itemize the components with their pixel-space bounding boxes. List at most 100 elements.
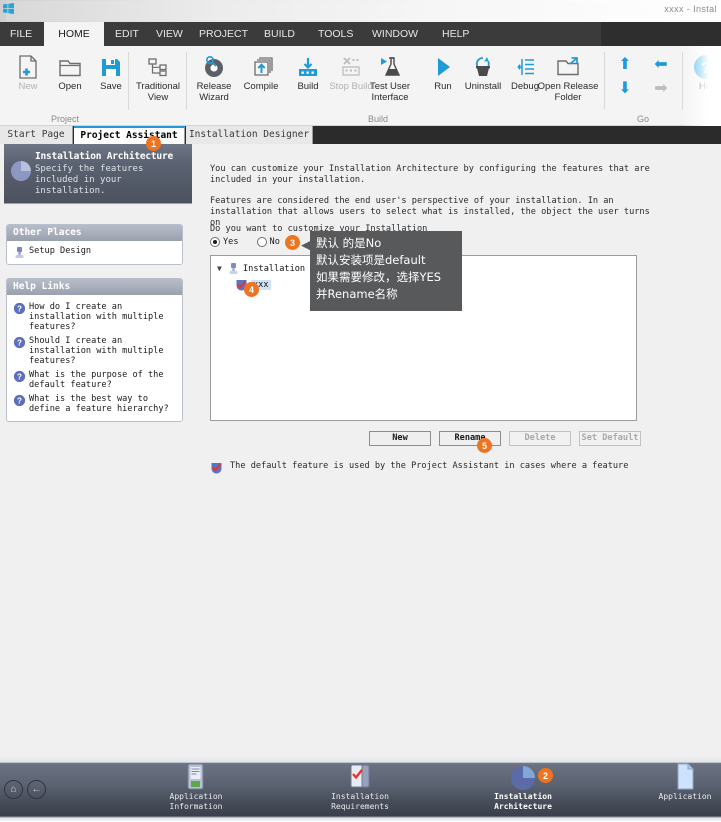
- tree-node-installation-architecture-label: Installation A: [243, 263, 316, 274]
- open-release-folder-icon: [536, 50, 600, 80]
- ribbon-group-traditional-view: Traditional View: [130, 46, 185, 126]
- menu-bar: FILE HOME EDIT VIEW PROJECT BUILD TOOLS …: [0, 22, 721, 46]
- arrow-up-icon[interactable]: ⬆: [616, 56, 634, 74]
- nav-application-information[interactable]: Application Information: [131, 762, 261, 811]
- menu-item-file[interactable]: FILE: [2, 22, 40, 46]
- help-link-2[interactable]: ? Should I create an installation with m…: [13, 336, 178, 366]
- tree-node-installation-architecture[interactable]: ▼ Installation A: [217, 262, 315, 275]
- ribbon-button-compile[interactable]: Compile: [235, 50, 287, 110]
- nav-application-information-label-2: Information: [169, 801, 223, 811]
- sidebar-item-setup-design-label: Setup Design: [29, 246, 92, 256]
- annotation-badge-4: 4: [244, 282, 259, 297]
- help-link-4[interactable]: ? What is the best way to define a featu…: [13, 394, 178, 414]
- ribbon-group-go: ⬆ ⬅ ⬇ ➡ Go: [606, 46, 680, 126]
- ribbon-button-test-user-interface[interactable]: Test User Interface: [361, 50, 419, 110]
- nav-installation-architecture[interactable]: Installation Architecture: [458, 762, 588, 811]
- annotation-caret-icon: ◀: [301, 237, 311, 252]
- nav-application-files[interactable]: Application: [620, 762, 721, 802]
- ribbon: FILE HOME EDIT VIEW PROJECT BUILD TOOLS …: [0, 22, 721, 126]
- annotation-badge-5: 5: [477, 438, 492, 453]
- help-link-1[interactable]: ? How do I create an installation with m…: [13, 302, 178, 332]
- menu-item-tools[interactable]: TOOLS: [310, 22, 361, 46]
- ribbon-group-project: New Open Save Project: [0, 46, 130, 126]
- radio-no-label: No: [269, 237, 280, 247]
- nav-installation-architecture-label-2: Architecture: [494, 801, 552, 811]
- ribbon-button-traditional-view[interactable]: Traditional View: [131, 50, 185, 110]
- tab-project-assistant[interactable]: Project Assistant: [74, 126, 185, 144]
- ribbon-button-release-wizard-label: Release Wizard: [196, 81, 232, 103]
- ribbon-separator-1: [128, 52, 129, 110]
- release-wizard-icon: [188, 50, 240, 80]
- help-link-3-label: What is the purpose of the default featu…: [29, 370, 164, 390]
- ribbon-group-build: Release Wizard Compile Build Stop Build …: [188, 46, 600, 126]
- ribbon-group-build-label: Build: [367, 114, 388, 124]
- ribbon-button-open-release-folder[interactable]: Open Release Folder: [536, 50, 600, 110]
- help-link-3[interactable]: ? What is the purpose of the default fea…: [13, 370, 178, 390]
- help-question-icon: ?: [13, 302, 26, 315]
- nav-installation-architecture-label-1: Installation: [494, 792, 552, 801]
- ribbon-group-project-label: Project: [50, 114, 79, 124]
- test-flask-icon: [361, 50, 419, 80]
- menu-item-edit[interactable]: EDIT: [107, 22, 147, 46]
- menu-item-view[interactable]: VIEW: [148, 22, 191, 46]
- document-tab-bar: Start Page Project Assistant Installatio…: [0, 126, 721, 144]
- help-links-panel: Help Links ? How do I create an installa…: [6, 278, 183, 422]
- help-link-1-label: How do I create an installation with mul…: [29, 302, 164, 332]
- help-question-icon: ?: [13, 370, 26, 383]
- back-arrow-icon[interactable]: ←: [27, 780, 46, 799]
- arrow-forward-icon: ➡: [654, 80, 668, 97]
- setup-design-icon: [13, 246, 26, 259]
- svg-text:?: ?: [17, 339, 22, 348]
- annotation-box: 默认 的是No 默认安装项是default 如果需要修改，选择YES 并Rena…: [310, 231, 462, 311]
- installation-architecture-icon: [227, 262, 240, 275]
- svg-text:?: ?: [17, 305, 22, 314]
- nav-installation-requirements-label-1: Installation: [331, 792, 389, 801]
- radio-yes-label: Yes: [223, 237, 239, 247]
- sidebar-item-setup-design[interactable]: Setup Design: [13, 246, 178, 259]
- menu-item-home[interactable]: HOME: [44, 22, 104, 46]
- menu-item-help[interactable]: HELP: [434, 22, 477, 46]
- nav-installation-requirements[interactable]: Installation Requirements: [295, 762, 425, 811]
- feature-button-row: New Rename Delete Set Default: [196, 431, 641, 446]
- installation-requirements-icon: [295, 762, 425, 792]
- annotation-line-4: 并Rename名称: [316, 287, 398, 301]
- sidebar-header-title: Installation Architecture: [35, 151, 173, 162]
- new-button[interactable]: New: [369, 431, 431, 446]
- help-link-2-label: Should I create an installation with mul…: [29, 336, 164, 366]
- help-links-title: Help Links: [7, 279, 182, 295]
- set-default-button: Set Default: [579, 431, 641, 446]
- sidebar-header-subtitle: Specify the features included in your in…: [35, 164, 144, 196]
- sidebar-header-panel: Installation Architecture Specify the fe…: [4, 144, 192, 204]
- radio-no-dot: [256, 237, 267, 247]
- customize-radio-group: Yes No: [210, 237, 280, 247]
- menu-item-project[interactable]: PROJECT: [191, 22, 256, 46]
- home-icon[interactable]: ⌂: [4, 780, 23, 799]
- tab-installation-designer[interactable]: Installation Designer: [186, 126, 313, 144]
- compile-icon: [235, 50, 287, 80]
- help-question-icon: ?: [13, 336, 26, 349]
- ribbon-button-test-user-interface-label: Test User Interface: [369, 81, 411, 103]
- arrow-down-icon[interactable]: ⬇: [616, 80, 634, 98]
- menu-bar-right-filler: [601, 22, 721, 46]
- chevron-down-icon[interactable]: ▼: [217, 264, 227, 273]
- help-question-icon: ?: [13, 394, 26, 407]
- svg-text:?: ?: [17, 373, 22, 382]
- radio-yes[interactable]: Yes: [210, 237, 239, 247]
- arrow-back-icon[interactable]: ⬅: [652, 56, 670, 74]
- menu-item-window[interactable]: WINDOW: [364, 22, 426, 46]
- application-information-icon: [131, 762, 261, 792]
- nav-installation-requirements-label-2: Requirements: [331, 801, 389, 811]
- menu-item-build[interactable]: BUILD: [256, 22, 303, 46]
- pie-chart-icon: [10, 160, 32, 182]
- tab-start-page[interactable]: Start Page: [0, 126, 73, 144]
- radio-no[interactable]: No: [256, 237, 280, 247]
- nav-application-files-label-1: Application: [658, 792, 712, 801]
- ribbon-button-open-release-folder-label: Open Release Folder: [537, 81, 599, 103]
- bottom-navigation: ⌂ ← Application Information Installation…: [0, 756, 721, 822]
- annotation-line-2: 默认安装项是default: [316, 253, 426, 267]
- radio-yes-dot: [210, 237, 220, 247]
- ribbon-button-release-wizard[interactable]: Release Wizard: [188, 50, 240, 110]
- help-link-4-label: What is the best way to define a feature…: [29, 394, 169, 414]
- window-title: xxxx - Instal: [664, 4, 717, 14]
- application-window: xxxx - Instal FILE HOME EDIT VIEW PROJEC…: [0, 0, 721, 822]
